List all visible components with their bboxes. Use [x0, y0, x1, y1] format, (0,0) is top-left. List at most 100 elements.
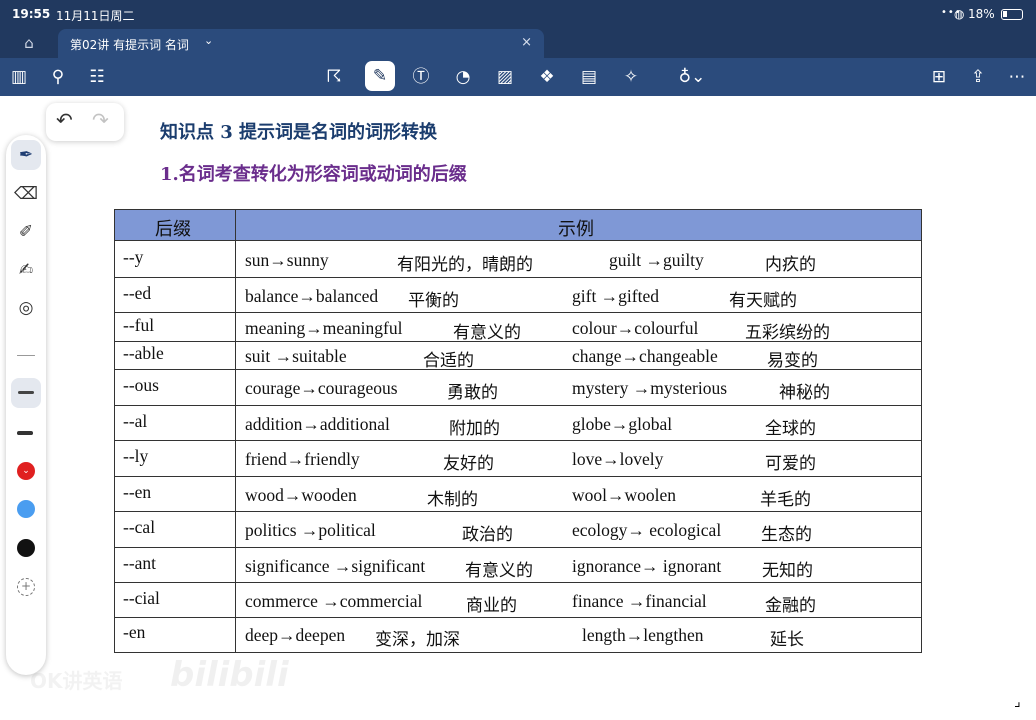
header-suffix: 后缀	[155, 219, 191, 240]
suffix-cell: --cial	[123, 588, 160, 608]
home-icon[interactable]: ⌂	[18, 32, 40, 54]
share-icon[interactable]: ⇪	[965, 64, 991, 90]
meaning-1-cell: 有阳光的，晴朗的	[397, 255, 533, 275]
meaning-2-cell: 金融的	[765, 596, 816, 616]
example-2-cell: ecology→ ecological	[572, 520, 722, 540]
table-row: -en deep→deepen 变深，加深 length→lengthen 延长	[115, 618, 921, 652]
meaning-2-cell: 有天赋的	[729, 291, 797, 311]
example-2-cell: finance →financial	[572, 591, 707, 611]
example-2-cell: globe→global	[572, 414, 673, 434]
color-black-option[interactable]	[17, 539, 35, 557]
example-1-cell: commerce →commercial	[245, 591, 423, 611]
suffix-table: 后缀 示例 --y sun→sunny 有阳光的，晴朗的 guilt →guilty 内…	[114, 209, 922, 653]
text-box-icon[interactable]: Ⓣ	[408, 64, 434, 90]
table-row: --en wood→wooden 木制的 wool→woolen 羊毛的	[115, 477, 921, 512]
meaning-1-cell: 有意义的	[465, 561, 533, 581]
example-2-cell: gift →gifted	[572, 286, 659, 306]
suffix-cell: --able	[123, 343, 164, 363]
meaning-2-cell: 可爱的	[765, 454, 816, 474]
meaning-1-cell: 变深，加深	[375, 630, 460, 650]
status-bar: 19:55 11月11日周二 ••• ◍ 18%	[0, 0, 1036, 28]
table-row: --y sun→sunny 有阳光的，晴朗的 guilt →guilty 内疚的	[115, 241, 921, 278]
meaning-2-cell: 生态的	[761, 525, 812, 545]
toolbar: ▥ ⚲ ☷ ☈ ✎ Ⓣ ◔ ▨ ❖ ▤ ✧ ♁⌄ ⊞ ⇪ ⋯	[0, 58, 1036, 96]
suffix-cell: --cal	[123, 517, 156, 537]
example-1-cell: deep→deepen	[245, 625, 346, 645]
tab-title: 第02讲 有提示词 名词	[70, 38, 189, 52]
fountain-pen-icon[interactable]: ✍	[11, 255, 41, 285]
watermark-logo: bilibili	[170, 655, 289, 695]
subsection-heading: 1.名词考查转化为形容词或动词的后缀	[160, 164, 467, 185]
color-red-option[interactable]: ⌄	[17, 462, 35, 480]
table-row: --able suit →suitable 合适的 change→changeable…	[115, 342, 921, 371]
meaning-1-cell: 附加的	[449, 419, 500, 439]
screen-lock-icon: ◍	[954, 7, 965, 21]
example-2-cell: length→lengthen	[582, 625, 704, 645]
battery-percent: 18%	[968, 7, 995, 21]
example-1-cell: courage→courageous	[245, 378, 398, 398]
meaning-1-cell: 平衡的	[408, 291, 459, 311]
add-page-icon[interactable]: ⊞	[926, 64, 952, 90]
suffix-cell: -en	[123, 622, 146, 642]
tab-strip: ⌂ 第02讲 有提示词 名词 ⌄ ×	[0, 28, 1036, 58]
image-icon[interactable]: ▨	[492, 64, 518, 90]
undo-icon[interactable]: ↶	[56, 108, 73, 132]
tab-document[interactable]: 第02讲 有提示词 名词 ⌄ ×	[58, 29, 544, 58]
thick-stroke-option[interactable]	[17, 431, 33, 435]
example-1-cell: politics →political	[245, 520, 376, 540]
table-row: --cal politics →political 政治的 ecology→ ecol…	[115, 512, 921, 548]
meaning-2-cell: 易变的	[767, 351, 818, 371]
more-icon[interactable]: ⋯	[1004, 64, 1030, 90]
color-blue-option[interactable]	[17, 500, 35, 518]
microphone-icon[interactable]: ♁⌄	[672, 64, 712, 90]
example-2-cell: colour→colourful	[572, 318, 699, 338]
meaning-1-cell: 友好的	[443, 454, 494, 474]
meaning-2-cell: 全球的	[765, 419, 816, 439]
example-1-cell: wood→wooden	[245, 485, 357, 505]
suffix-cell: --en	[123, 482, 152, 502]
chevron-down-icon[interactable]: ⌄	[204, 34, 213, 47]
watermark-text: OK讲英语	[30, 669, 123, 693]
suffix-cell: --al	[123, 411, 148, 431]
close-icon[interactable]: ×	[521, 35, 532, 50]
highlighter-icon[interactable]: ✐	[11, 217, 41, 247]
meaning-1-cell: 木制的	[427, 490, 478, 510]
medium-stroke-option[interactable]	[11, 378, 41, 408]
sticky-note-icon[interactable]: ▤	[576, 64, 602, 90]
example-2-cell: ignorance→ ignorant	[572, 556, 722, 576]
example-2-cell: love→lovely	[572, 449, 664, 469]
sidebar-icon[interactable]: ▥	[6, 64, 32, 90]
pen-icon[interactable]: ✎	[365, 61, 395, 91]
redo-icon[interactable]: ↷	[92, 108, 109, 132]
example-2-cell: change→changeable	[572, 346, 718, 366]
pen-tool-icon[interactable]: ✒	[11, 140, 41, 170]
search-icon[interactable]: ⚲	[45, 64, 71, 90]
suffix-cell: --y	[123, 247, 144, 267]
example-1-cell: addition→additional	[245, 414, 390, 434]
meaning-2-cell: 羊毛的	[760, 490, 811, 510]
shape-recognition-icon[interactable]: ◎	[11, 293, 41, 323]
document-list-icon[interactable]: ☷	[84, 64, 110, 90]
example-2-cell: wool→woolen	[572, 485, 677, 505]
table-row: --cial commerce →commercial 商业的 finance →fi…	[115, 583, 921, 618]
table-row: --al addition→additional 附加的 globe→global 全球…	[115, 406, 921, 441]
resize-corner-icon[interactable]: ⌟	[1014, 694, 1021, 710]
shapes-icon[interactable]: ◔	[450, 64, 476, 90]
lasso-icon[interactable]: ☈	[321, 64, 347, 90]
suffix-cell: --ly	[123, 446, 149, 466]
thin-stroke-option[interactable]	[17, 355, 35, 356]
laser-pointer-icon[interactable]: ✧	[618, 64, 644, 90]
header-examples: 示例	[558, 219, 594, 240]
table-row: --ed balance→balanced 平衡的 gift →gifted 有天赋的	[115, 278, 921, 313]
example-1-cell: suit →suitable	[245, 346, 347, 366]
elements-icon[interactable]: ❖	[534, 64, 560, 90]
battery-icon	[1001, 9, 1023, 20]
table-row: --ant significance →significant 有意义的 ignora…	[115, 548, 921, 583]
meaning-1-cell: 勇敢的	[447, 383, 498, 403]
suffix-cell: --ful	[123, 315, 155, 335]
eraser-icon[interactable]: ⌫	[11, 179, 41, 209]
meaning-1-cell: 有意义的	[453, 323, 521, 343]
table-row: --ly friend→friendly 友好的 love→lovely 可爱的	[115, 441, 921, 477]
top-bar: 19:55 11月11日周二 ••• ◍ 18% ⌂ 第02讲 有提示词 名词 …	[0, 0, 1036, 96]
add-color-icon[interactable]: +	[17, 578, 35, 596]
